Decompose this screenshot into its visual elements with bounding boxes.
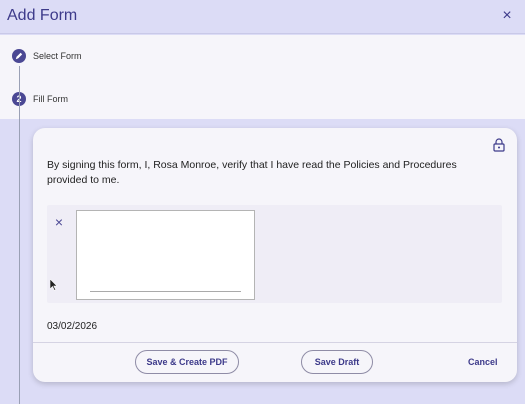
step-fill-form: Fill Form — [33, 94, 68, 104]
save-draft-button[interactable]: Save Draft — [301, 350, 373, 374]
form-card: By signing this form, I, Rosa Monroe, ve… — [33, 128, 517, 382]
lock-icon[interactable] — [493, 138, 505, 152]
cancel-button[interactable]: Cancel — [468, 350, 498, 374]
dialog-header: Add Form × — [0, 0, 525, 34]
clear-signature-icon[interactable]: × — [52, 215, 66, 229]
save-create-pdf-button[interactable]: Save & Create PDF — [135, 350, 239, 374]
signature-pad[interactable] — [76, 210, 255, 300]
form-statement: By signing this form, I, Rosa Monroe, ve… — [47, 159, 457, 186]
stepper: Select Form 2 Fill Form — [0, 35, 525, 119]
step-1-circle — [12, 49, 26, 63]
pencil-icon — [15, 52, 23, 60]
signature-line — [90, 291, 241, 292]
signature-area: × — [47, 205, 502, 303]
close-icon[interactable]: × — [497, 6, 517, 26]
dialog-title: Add Form — [7, 7, 78, 24]
step-select-form: Select Form — [33, 51, 82, 61]
step-2-line — [19, 74, 20, 404]
date-value: 03/02/2026 — [47, 321, 98, 332]
mouse-cursor-icon — [50, 279, 58, 291]
divider — [33, 342, 517, 343]
